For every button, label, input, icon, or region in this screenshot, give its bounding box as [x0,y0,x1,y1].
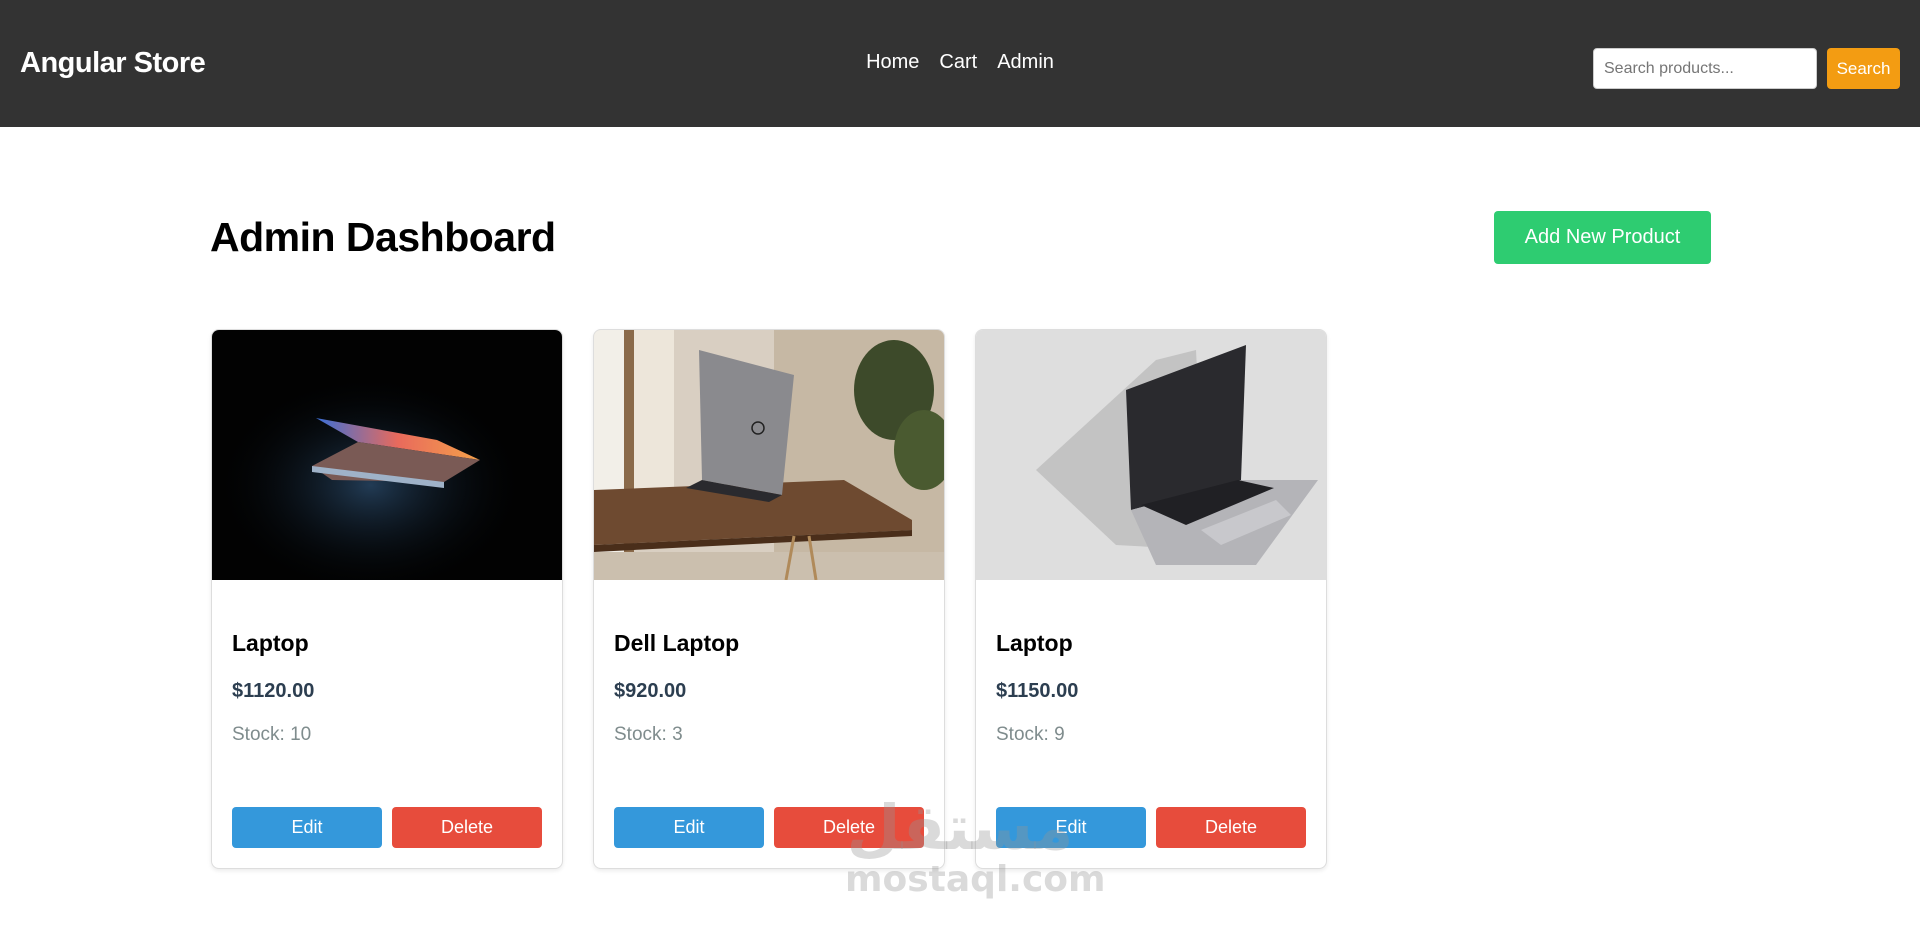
nav-link-home[interactable]: Home [866,51,919,74]
product-image [594,330,944,580]
stock-label: Stock: [996,724,1049,745]
stock-value: 3 [672,724,683,745]
delete-button[interactable]: Delete [1156,807,1306,848]
product-price: $1120.00 [232,680,315,702]
edit-button[interactable]: Edit [614,807,764,848]
edit-button[interactable]: Edit [996,807,1146,848]
product-card: Dell Laptop $920.00 Stock: 3 Edit Delete [593,329,945,869]
product-name: Laptop [996,630,1073,656]
delete-button[interactable]: Delete [392,807,542,848]
top-navbar: Angular Store Home Cart Admin Search [0,0,1920,127]
nav-link-admin[interactable]: Admin [997,51,1054,74]
edit-button[interactable]: Edit [232,807,382,848]
stock-label: Stock: [614,724,667,745]
product-name: Dell Laptop [614,630,740,656]
product-name: Laptop [232,630,309,656]
page-title: Admin Dashboard [210,214,556,260]
nav-link-cart[interactable]: Cart [939,51,977,74]
product-stock: Stock: 10 [232,724,311,746]
product-card: Laptop $1120.00 Stock: 10 Edit Delete [211,329,563,869]
product-price: $1150.00 [996,680,1079,702]
search-button[interactable]: Search [1827,48,1900,89]
stock-label: Stock: [232,724,285,745]
add-new-product-button[interactable]: Add New Product [1494,211,1711,264]
delete-button[interactable]: Delete [774,807,924,848]
product-stock: Stock: 3 [614,724,683,746]
product-card: Laptop $1150.00 Stock: 9 Edit Delete [975,329,1327,869]
stock-value: 9 [1054,724,1065,745]
product-price: $920.00 [614,680,687,702]
search-input[interactable] [1593,48,1817,89]
product-stock: Stock: 9 [996,724,1065,746]
product-image [212,330,562,580]
product-image [976,330,1326,580]
stock-value: 10 [290,724,312,745]
